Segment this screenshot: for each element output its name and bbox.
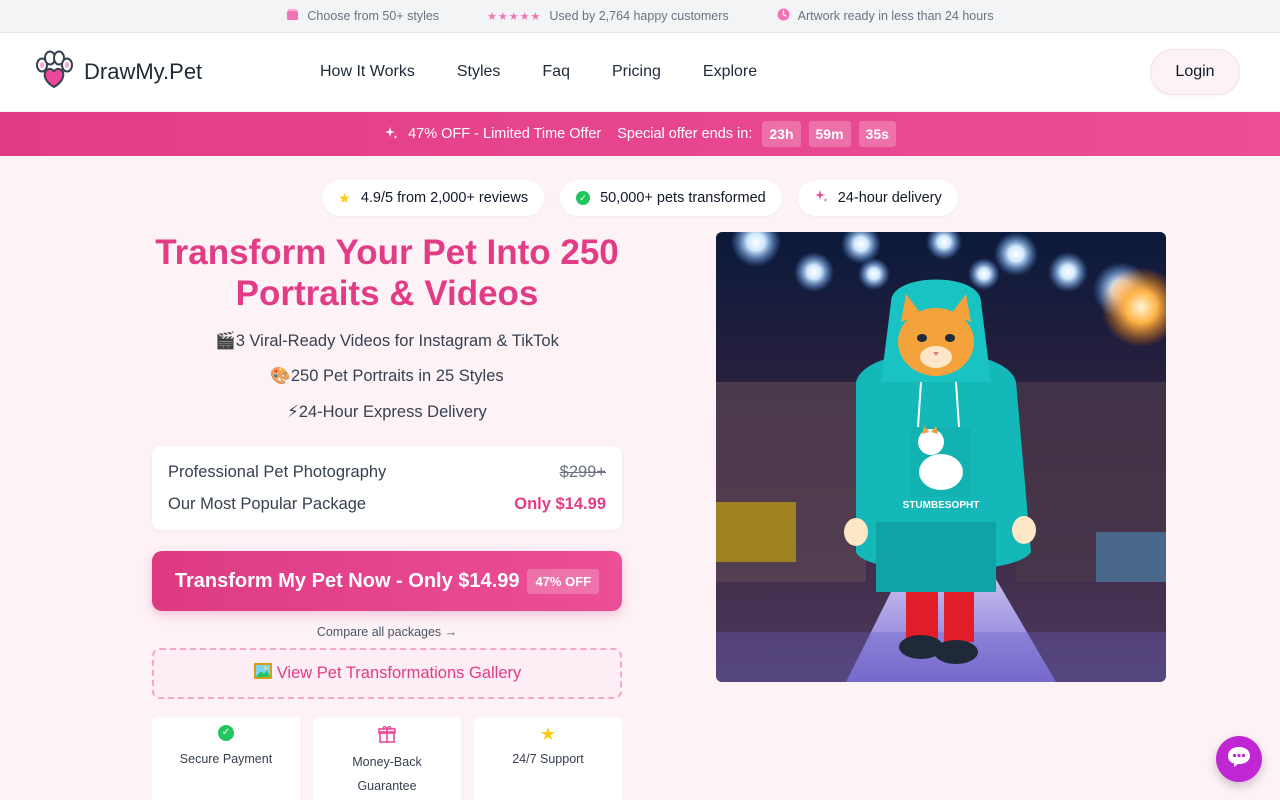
compare-packages-link[interactable]: Compare all packages → [152,625,622,639]
hero-content: Transform Your Pet Into 250 Portraits & … [152,232,622,800]
money-back-card: Money-Back Guarantee [313,717,461,800]
secure-payment-text: Secure Payment [179,752,273,766]
view-gallery-button[interactable]: View Pet Transformations Gallery [152,648,622,699]
framed-picture-icon [253,662,273,685]
logo-text: DrawMy.Pet [84,59,203,84]
nav-faq[interactable]: Faq [542,63,570,81]
countdown-hours: 23h [762,121,801,147]
sparkle-icon [814,189,828,207]
clock-icon [777,8,790,24]
package-label: Our Most Popular Package [168,494,367,513]
box-icon [286,8,299,24]
logo[interactable]: DrawMy.Pet [32,50,320,95]
countdown-minutes: 59m [808,121,851,147]
topbar-styles-text: Choose from 50+ styles [307,9,440,23]
nav-how-it-works[interactable]: How It Works [320,63,415,81]
check-circle-icon: ✓ [576,191,591,205]
topbar-styles: Choose from 50+ styles [286,8,439,24]
shirt-print-text: STUMBESOPHT [903,500,980,511]
hero-pet-image: STUMBESOPHT [716,232,1166,682]
price-comparison: Professional Pet Photography $299+ Our M… [152,446,622,530]
star-icon: ★ [338,189,351,206]
pets-transformed-badge: ✓ 50,000+ pets transformed [560,180,782,216]
professional-price: $299+ [559,462,606,481]
chat-icon [1226,745,1252,774]
support-text: 24/7 Support [512,752,584,766]
money-back-text: Money-Back Guarantee [352,755,422,793]
chat-widget-button[interactable] [1216,736,1262,782]
site-header: DrawMy.Pet How It Works Styles Faq Prici… [0,33,1280,112]
nav-explore[interactable]: Explore [703,63,757,81]
top-info-bar: Choose from 50+ styles ★★★★★ Used by 2,7… [0,0,1280,33]
check-circle-icon: ✓ [218,725,234,741]
nav-pricing[interactable]: Pricing [612,63,661,81]
package-price: Only $14.99 [514,494,606,513]
secure-payment-card: ✓ Secure Payment [152,717,300,800]
trust-cards: ✓ Secure Payment Money-Back Guarantee ★ … [152,717,622,800]
price-row-professional: Professional Pet Photography $299+ [168,456,606,488]
nav-styles[interactable]: Styles [457,63,501,81]
feature-delivery: ⚡24-Hour Express Delivery [287,403,487,421]
promo-offer-text: 47% OFF - Limited Time Offer [408,126,602,142]
delivery-badge: 24-hour delivery [797,180,958,216]
cta-discount-badge: 47% OFF [527,568,600,594]
delivery-badge-text: 24-hour delivery [837,190,942,206]
topbar-customers-text: Used by 2,764 happy customers [549,9,729,23]
cta-label: Transform My Pet Now - Only $14.99 [174,569,520,592]
promo-bar: 47% OFF - Limited Time Offer Special off… [0,112,1280,156]
trust-badges: ★ 4.9/5 from 2,000+ reviews ✓ 50,000+ pe… [0,180,1280,216]
reviews-badge: ★ 4.9/5 from 2,000+ reviews [322,180,545,216]
star-icon: ★ [539,724,557,744]
price-row-package: Our Most Popular Package Only $14.99 [168,488,606,520]
transform-cta-button[interactable]: Transform My Pet Now - Only $14.99 47% O… [152,551,622,611]
pets-transformed-text: 50,000+ pets transformed [600,190,766,206]
support-card: ★ 24/7 Support [474,717,622,800]
topbar-delivery-text: Artwork ready in less than 24 hours [797,9,994,23]
topbar-delivery: Artwork ready in less than 24 hours [777,8,994,24]
main-nav: How It Works Styles Faq Pricing Explore [320,63,757,81]
promo-ends-text: Special offer ends in: [617,126,753,142]
login-button[interactable]: Login [1150,49,1240,95]
gallery-label: View Pet Transformations Gallery [276,664,522,682]
paw-logo-icon [32,50,76,95]
feature-portraits: 🎨250 Pet Portraits in 25 Styles [270,367,504,385]
countdown-seconds: 35s [858,121,896,147]
professional-label: Professional Pet Photography [168,462,387,481]
stars-icon: ★★★★★ [487,10,542,23]
gift-icon [313,725,461,746]
hero-title: Transform Your Pet Into 250 Portraits & … [155,233,619,313]
reviews-badge-text: 4.9/5 from 2,000+ reviews [360,190,529,206]
feature-videos: 🎬3 Viral-Ready Videos for Instagram & Ti… [215,332,559,350]
sparkle-icon [384,126,398,143]
topbar-customers: ★★★★★ Used by 2,764 happy customers [487,9,729,23]
